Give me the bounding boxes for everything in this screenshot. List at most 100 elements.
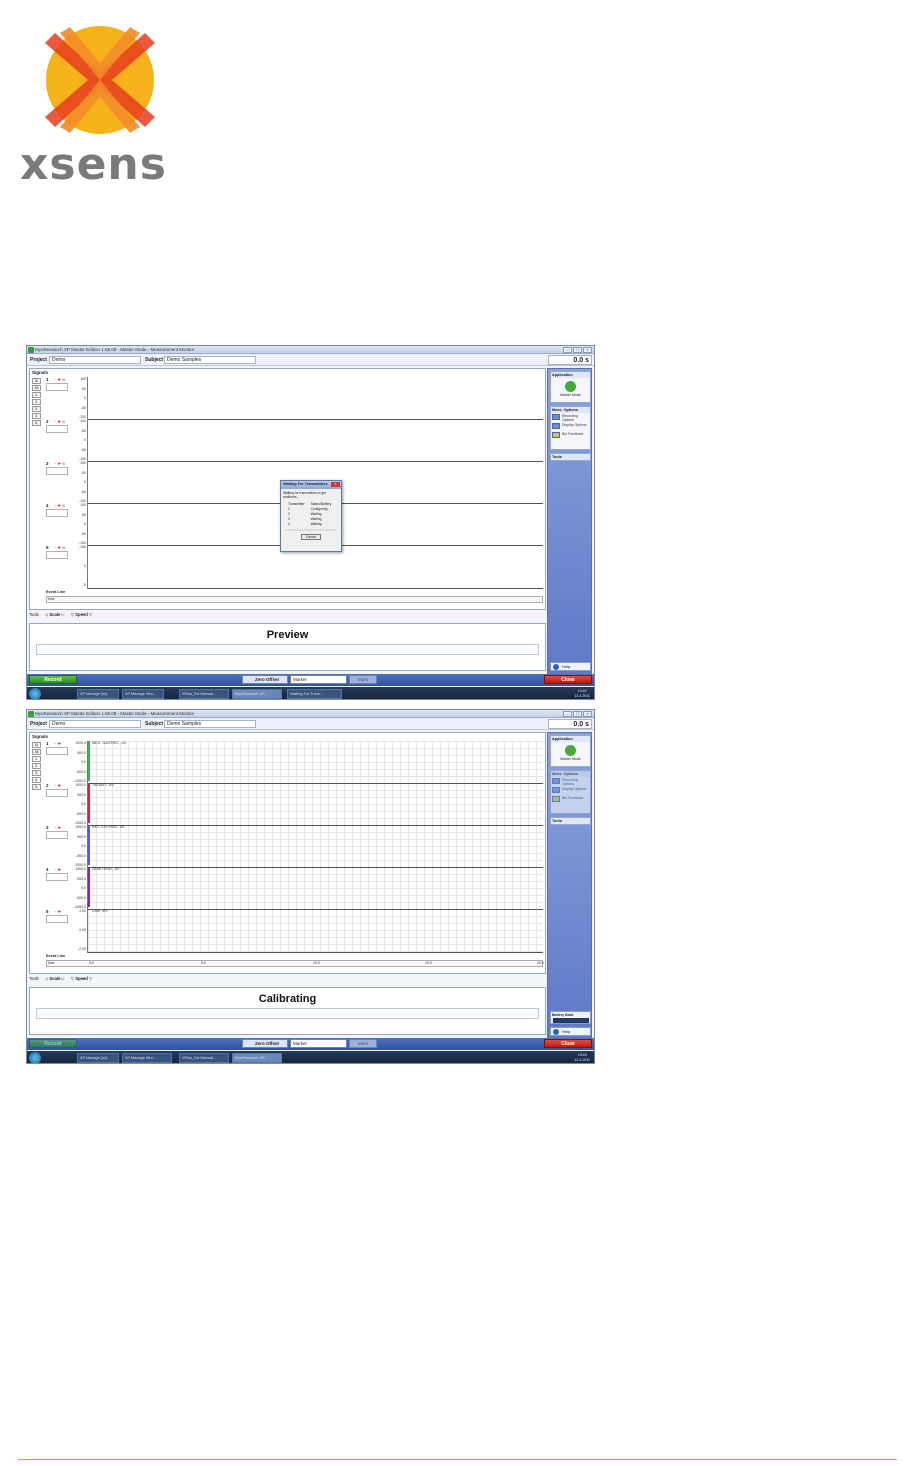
all-button[interactable]: All (32, 749, 41, 755)
select-1-button[interactable]: 1. (32, 756, 41, 762)
channel-4[interactable]: 4 ~ ✚ (46, 867, 70, 905)
tools-panel[interactable]: Tools (550, 453, 591, 461)
clock-date: 12-4-2011 (574, 1057, 590, 1062)
select-2-button[interactable]: 2. (32, 399, 41, 405)
record-button[interactable]: Record (29, 1039, 77, 1048)
tools-button[interactable]: Tools (29, 612, 39, 617)
channel-1[interactable]: 1 ~ ✚ ◎ (46, 377, 70, 415)
bio-feedback-item[interactable]: Bio Feedback (551, 795, 590, 804)
channel-5[interactable]: 5 ~ ✚ ◎ (46, 545, 70, 583)
channel-box[interactable] (46, 551, 68, 559)
select-5-button[interactable]: 5. (32, 420, 41, 426)
recording-options-item[interactable]: Recording Options (551, 413, 590, 422)
channel-options-icon[interactable]: ~ ✚ (54, 741, 61, 746)
marker-select[interactable]: Marker (290, 675, 347, 684)
channel-2[interactable]: 2 ~ ✚ (46, 783, 70, 821)
recording-options-item[interactable]: Recording Options (551, 777, 590, 786)
maximize-icon[interactable]: □ (573, 347, 582, 353)
channel-2[interactable]: 2 ~ ✚ ◎ (46, 419, 70, 457)
master-mode-icon[interactable] (565, 745, 576, 756)
mark-button[interactable]: Mark (349, 675, 377, 684)
close-icon[interactable]: × (583, 711, 592, 717)
display-options-item[interactable]: Display Options (551, 786, 590, 795)
bio-feedback-item[interactable]: Bio Feedback (551, 431, 590, 440)
taskbar-item[interactable]: XPlus_Sci Manual... (179, 1053, 229, 1063)
channel-options-icon[interactable]: ~ ✚ (54, 783, 61, 788)
taskbar-item[interactable]: XP Manage (Ini) (77, 689, 119, 699)
subject-field[interactable]: Demo Samples (164, 356, 256, 364)
channel-3[interactable]: 3 ~ ✚ ◎ (46, 461, 70, 499)
channel-box[interactable] (46, 831, 68, 839)
tools-button[interactable]: Tools (29, 976, 39, 981)
start-icon[interactable] (29, 1052, 41, 1063)
channel-box[interactable] (46, 915, 68, 923)
copy-icon[interactable]: ⧉ (32, 742, 41, 748)
master-mode-icon[interactable] (565, 381, 576, 392)
timeline[interactable]: time 0.0 5.0 10.0 15.0 20.0 (46, 960, 544, 967)
select-3-button[interactable]: 3. (32, 406, 41, 412)
mark-button[interactable]: Mark (349, 1039, 377, 1048)
channel-options-icon[interactable]: ~ ✚ ◎ (54, 419, 65, 424)
tools-panel[interactable]: Tools (550, 817, 591, 825)
channel-options-icon[interactable]: ~ ✚ (54, 825, 61, 830)
project-field[interactable]: Demo (49, 720, 141, 728)
channel-box[interactable] (46, 467, 68, 475)
taskbar-item[interactable]: XP Manage (Ini) (77, 1053, 119, 1063)
minimize-icon[interactable]: – (563, 347, 572, 353)
marker-select[interactable]: Marker (290, 1039, 347, 1048)
channel-options-icon[interactable]: ~ ✚ ◎ (54, 545, 65, 550)
taskbar-item[interactable]: MyoResearch XP... (232, 689, 282, 699)
channel-options-icon[interactable]: ~ ✚ ◎ (54, 461, 65, 466)
master-mode-label[interactable]: Master Mode (551, 757, 590, 761)
start-icon[interactable] (29, 688, 41, 699)
minimize-icon[interactable]: – (563, 711, 572, 717)
zero-offset-button[interactable]: Zero Offset (242, 1039, 288, 1048)
channel-options-icon[interactable]: ~ ✚ ◎ (54, 503, 65, 508)
timeline[interactable]: time (46, 596, 543, 603)
taskbar-item[interactable]: XP Manage Wra... (122, 689, 164, 699)
scale-control[interactable]: ◁ Scale ▷ (45, 612, 65, 617)
speed-control[interactable]: ▽ Speed ▽ (71, 976, 92, 981)
channel-box[interactable] (46, 747, 68, 755)
taskbar-item[interactable]: MyoResearch XP... (232, 1053, 282, 1063)
channel-5[interactable]: 5 ~ ✚ (46, 909, 70, 947)
channel-1[interactable]: 1 ~ ✚ (46, 741, 70, 779)
taskbar-item[interactable]: XPlus_Sci Manual... (179, 689, 229, 699)
select-4-button[interactable]: 4. (32, 413, 41, 419)
subject-field[interactable]: Demo Samples (164, 720, 256, 728)
master-mode-label[interactable]: Master Mode (551, 393, 590, 397)
zero-offset-button[interactable]: Zero Offset (242, 675, 288, 684)
help-button[interactable]: Help (550, 662, 591, 671)
channel-options-icon[interactable]: ~ ✚ (54, 867, 61, 872)
dialog-close-icon[interactable]: × (331, 482, 340, 487)
select-1-button[interactable]: 1. (32, 392, 41, 398)
select-3-button[interactable]: 3. (32, 770, 41, 776)
taskbar-item[interactable]: Waiting For Trans... (287, 689, 342, 699)
cancel-button[interactable]: Cancel (301, 534, 321, 540)
channel-box[interactable] (46, 789, 68, 797)
close-button[interactable]: Close (544, 675, 592, 684)
help-button[interactable]: Help (550, 1027, 591, 1036)
taskbar-item[interactable]: XP Manage Wra... (122, 1053, 172, 1063)
channel-box[interactable] (46, 509, 68, 517)
channel-4[interactable]: 4 ~ ✚ ◎ (46, 503, 70, 541)
close-icon[interactable]: × (583, 347, 592, 353)
all-button[interactable]: All (32, 385, 41, 391)
project-field[interactable]: Demo (49, 356, 141, 364)
channel-box[interactable] (46, 873, 68, 881)
channel-box[interactable] (46, 383, 68, 391)
maximize-icon[interactable]: □ (573, 711, 582, 717)
select-4-button[interactable]: 4. (32, 777, 41, 783)
copy-icon[interactable]: ⧉ (32, 378, 41, 384)
close-button[interactable]: Close (544, 1039, 592, 1048)
select-2-button[interactable]: 2. (32, 763, 41, 769)
channel-3[interactable]: 3 ~ ✚ (46, 825, 70, 863)
channel-box[interactable] (46, 425, 68, 433)
channel-options-icon[interactable]: ~ ✚ (54, 909, 61, 914)
display-options-item[interactable]: Display Options (551, 422, 590, 431)
scale-control[interactable]: ◁ Scale ▷ (45, 976, 65, 981)
speed-control[interactable]: ▽ Speed ▽ (71, 612, 92, 617)
channel-options-icon[interactable]: ~ ✚ ◎ (54, 377, 65, 382)
select-5-button[interactable]: 5. (32, 784, 41, 790)
record-button[interactable]: Record (29, 675, 77, 684)
